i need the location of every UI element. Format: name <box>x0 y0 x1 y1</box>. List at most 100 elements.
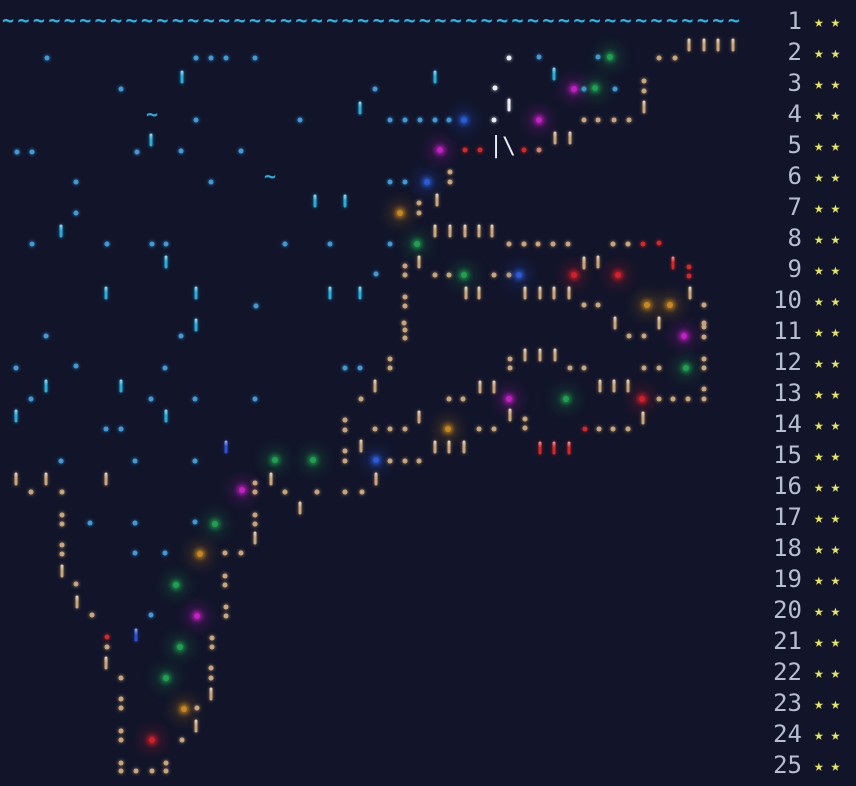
spark-dot <box>625 241 631 247</box>
level-stars: ★★ <box>814 290 848 310</box>
level-stars: ★★ <box>814 383 848 403</box>
level-row: 11 ★★ <box>0 316 856 347</box>
level-stars: ★★ <box>814 73 848 93</box>
level-row: 16 ★★ <box>0 471 856 502</box>
spark-streak <box>448 224 452 238</box>
spark-dot <box>656 365 662 371</box>
firework-burst <box>194 613 200 619</box>
spark-streak <box>194 719 198 733</box>
spark-streak <box>44 379 48 393</box>
level-row: 21 ★★ <box>0 626 856 657</box>
spark-dot <box>29 149 35 155</box>
level-row: 18 ★★ <box>0 533 856 564</box>
spark-dot <box>507 356 513 362</box>
level-number: 10 <box>773 285 802 314</box>
spark-dot <box>447 169 453 175</box>
level-number: 18 <box>773 533 802 562</box>
spark-streak <box>224 440 228 454</box>
spark-dot <box>446 117 452 123</box>
spark-dot <box>357 365 363 371</box>
spark-dot <box>28 396 34 402</box>
firework-burst <box>681 333 687 339</box>
spark-dot <box>506 55 512 61</box>
spark-dot <box>701 356 707 362</box>
spark-dot <box>59 542 65 548</box>
level-number: 25 <box>773 750 802 779</box>
spark-dot <box>402 303 408 309</box>
spark-streak <box>253 531 257 545</box>
level-row: 5 ★★ <box>0 130 856 161</box>
spark-streak <box>538 286 542 300</box>
firework-burst <box>683 365 689 371</box>
spark-dot <box>536 54 542 60</box>
spark-streak <box>567 286 571 300</box>
firework-burst <box>536 117 542 123</box>
firework-burst <box>639 396 645 402</box>
spark-dot <box>581 86 587 92</box>
spark-dot <box>44 55 50 61</box>
spark-streak <box>490 224 494 238</box>
spark-dot <box>596 426 602 432</box>
spark-dot <box>342 365 348 371</box>
spark-dot <box>104 634 110 640</box>
spark-dot <box>582 426 588 432</box>
spark-dot <box>506 272 512 278</box>
spark-dot <box>132 458 138 464</box>
spark-dot <box>670 396 676 402</box>
spark-streak <box>149 133 153 147</box>
spark-dot <box>148 396 154 402</box>
level-number: 23 <box>773 688 802 717</box>
spark-dot <box>387 117 393 123</box>
level-row: 25 ★★ <box>0 750 856 781</box>
spark-dot <box>238 550 244 556</box>
spark-streak <box>134 628 138 642</box>
spark-dot <box>402 327 408 333</box>
spark-streak <box>613 316 617 330</box>
spark-streak <box>538 348 542 362</box>
spark-dot <box>192 458 198 464</box>
spark-dot <box>401 320 407 326</box>
spark-dot <box>402 272 408 278</box>
level-score-column: 1 ★★ 2 ★★ 3 ★★ 4 ★★ 5 ★★ 6 ★★ 7 ★★ 8 ★★ 9 ★★ 10 ★★ 11 ★★ 12 ★★ 1… <box>0 0 856 786</box>
spark-dot <box>387 365 393 371</box>
spark-dot <box>87 520 93 526</box>
firework-burst <box>197 551 203 557</box>
spark-streak <box>447 440 451 454</box>
spark-dot <box>522 416 528 422</box>
spark-dot <box>104 644 110 650</box>
spark-dot <box>402 335 408 341</box>
terminal-screen: ~~~~~~~~~~~~~~~~~~~~~~~~~~~~~~~~~~~~~~~~… <box>0 0 856 786</box>
level-number: 5 <box>787 130 802 159</box>
firework-burst <box>397 210 403 216</box>
level-stars: ★★ <box>814 538 848 558</box>
spark-dot <box>192 519 198 525</box>
spark-streak <box>538 441 542 455</box>
spark-dot <box>223 604 229 610</box>
spark-dot <box>358 396 364 402</box>
spark-streak <box>552 67 556 81</box>
spark-dot <box>342 448 348 454</box>
spark-streak <box>373 379 377 393</box>
spark-dot <box>372 86 378 92</box>
level-number: 11 <box>773 316 802 345</box>
level-row: 4 ★★ <box>0 99 856 130</box>
spark-dot <box>625 426 631 432</box>
spark-dot <box>641 365 647 371</box>
firework-burst <box>571 272 577 278</box>
spark-streak <box>298 501 302 515</box>
firework-burst <box>644 302 650 308</box>
spark-streak <box>477 286 481 300</box>
spark-dot <box>208 55 214 61</box>
spark-streak <box>417 255 421 269</box>
firework-burst <box>667 302 673 308</box>
spark-dot <box>118 728 124 734</box>
spark-streak <box>687 38 691 52</box>
spark-dot <box>612 86 618 92</box>
spark-streak <box>463 224 467 238</box>
firework-burst <box>607 54 613 60</box>
spark-dot <box>149 241 155 247</box>
spark-streak <box>523 286 527 300</box>
spark-streak <box>507 98 511 112</box>
level-number: 14 <box>773 409 802 438</box>
spark-dot <box>342 458 348 464</box>
